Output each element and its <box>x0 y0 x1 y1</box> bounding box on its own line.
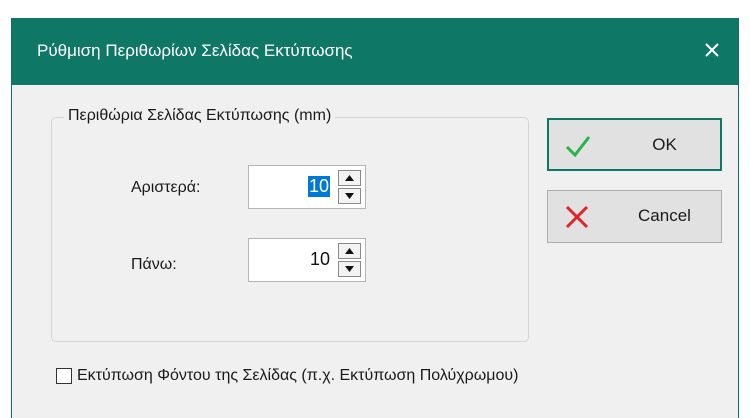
left-margin-spin-arrows <box>338 170 361 204</box>
margins-groupbox: Περιθώρια Σελίδας Εκτύπωσης (mm) <box>51 107 529 342</box>
x-icon <box>565 205 589 229</box>
top-margin-spin-arrows <box>338 243 361 277</box>
arrow-up-icon <box>345 248 354 254</box>
left-margin-decrement-button[interactable] <box>338 188 361 204</box>
cancel-button-label: Cancel <box>638 206 691 225</box>
cancel-button[interactable]: Cancel <box>547 190 722 243</box>
top-margin-increment-button[interactable] <box>338 243 361 259</box>
dialog-window: Ρύθμιση Περιθωρίων Σελίδας Εκτύπωσης Περ… <box>11 18 739 418</box>
left-margin-label: Αριστερά: <box>131 179 201 196</box>
top-margin-decrement-button[interactable] <box>338 261 361 277</box>
print-background-label[interactable]: Εκτύπωση Φόντου της Σελίδας (π.χ. Εκτύπω… <box>77 367 518 385</box>
top-margin-spinbox[interactable]: 10 <box>248 238 366 282</box>
left-margin-spinbox[interactable]: 10 <box>248 165 366 209</box>
ok-button-label: OK <box>652 135 677 154</box>
dialog-title: Ρύθμιση Περιθωρίων Σελίδας Εκτύπωσης <box>37 41 353 60</box>
checkmark-icon <box>565 136 591 158</box>
close-button[interactable] <box>696 34 728 66</box>
arrow-down-icon <box>345 266 354 272</box>
checkbox-box[interactable] <box>56 368 72 384</box>
arrow-up-icon <box>345 175 354 181</box>
top-margin-label: Πάνω: <box>131 256 177 273</box>
print-background-checkbox[interactable]: Εκτύπωση Φόντου της Σελίδας (π.χ. Εκτύπω… <box>56 367 518 385</box>
ok-button[interactable]: OK <box>547 118 722 171</box>
top-margin-value[interactable]: 10 <box>310 249 330 270</box>
margins-groupbox-legend: Περιθώρια Σελίδας Εκτύπωσης (mm) <box>64 107 336 125</box>
close-icon <box>705 43 719 57</box>
left-margin-value[interactable]: 10 <box>307 176 330 197</box>
title-bar: Ρύθμιση Περιθωρίων Σελίδας Εκτύπωσης <box>12 18 738 85</box>
left-margin-increment-button[interactable] <box>338 170 361 186</box>
arrow-down-icon <box>345 193 354 199</box>
